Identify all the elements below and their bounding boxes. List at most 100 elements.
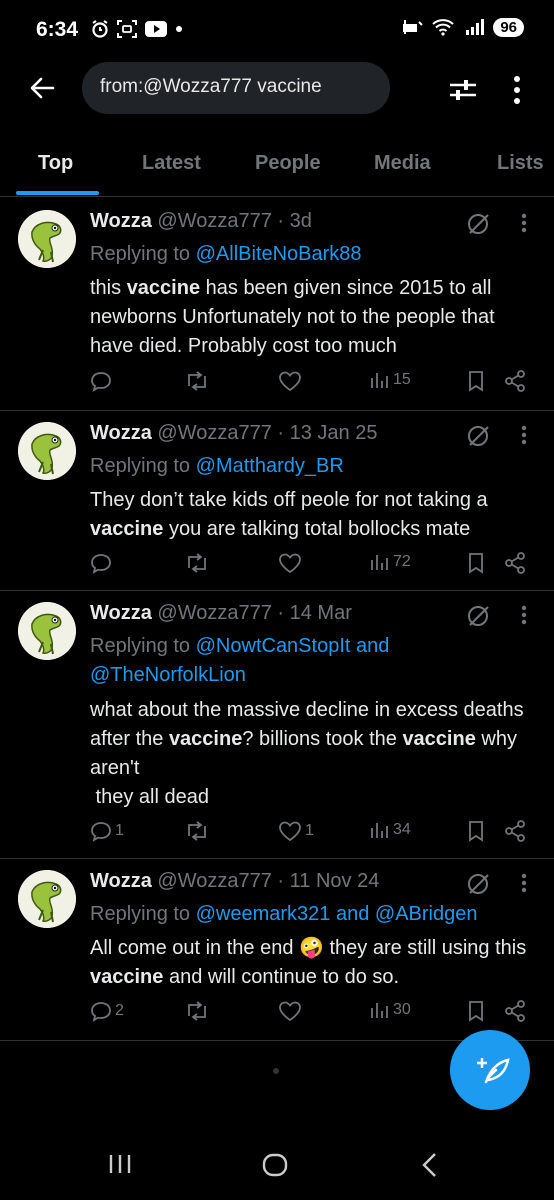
search-input[interactable]: from:@Wozza777 vaccine — [82, 62, 390, 114]
compose-icon — [477, 1058, 510, 1084]
reply-mentions[interactable]: @Matthardy_BR — [196, 455, 344, 477]
arrow-left-icon[interactable] — [28, 74, 56, 102]
sliders-icon[interactable] — [448, 75, 478, 105]
tweet-text: All come out in the end 🤪 they are still… — [90, 937, 527, 988]
views-button[interactable]: 34 — [370, 820, 411, 840]
grok-icon[interactable] — [466, 423, 492, 454]
comment-icon — [91, 1002, 111, 1022]
tweet-more-icon — [521, 873, 527, 893]
avatar[interactable] — [18, 602, 76, 660]
share-button[interactable] — [504, 552, 526, 574]
status-bar: 6:34 96 — [0, 0, 554, 62]
grok-icon[interactable] — [466, 211, 492, 242]
reply-button[interactable] — [90, 370, 115, 392]
tweet-header: Wozza @Wozza777 · 3d — [90, 210, 312, 233]
like-button[interactable] — [278, 1000, 305, 1022]
repost-button[interactable] — [184, 370, 210, 392]
views-button[interactable]: 30 — [370, 1000, 411, 1020]
grok-icon[interactable] — [466, 871, 492, 902]
tweet-more-icon[interactable] — [520, 212, 528, 239]
replying-to: Replying to @NowtCanStopIt and @TheNorfo… — [90, 632, 450, 690]
youtube-icon — [145, 21, 167, 37]
tweet-text: what about the massive decline in excess… — [90, 699, 524, 808]
tweet-actions: 15 — [0, 370, 554, 398]
share-button[interactable] — [504, 370, 526, 392]
tweet-more-icon[interactable] — [520, 424, 528, 451]
like-button[interactable] — [278, 552, 305, 574]
wifi-icon — [432, 19, 454, 36]
bookmark-button[interactable] — [466, 1000, 486, 1022]
avatar[interactable] — [18, 210, 76, 268]
bookmark-button[interactable] — [466, 820, 486, 842]
reply-mentions[interactable]: @weemark321 and @ABridgen — [196, 903, 478, 925]
repost-icon — [188, 821, 206, 841]
replying-to: Replying to @weemark321 and @ABridgen — [90, 900, 530, 929]
grok-icon[interactable] — [466, 603, 492, 634]
repost-button[interactable] — [184, 1000, 210, 1022]
tab-people[interactable]: People — [255, 152, 321, 175]
recents-icon[interactable] — [108, 1152, 132, 1176]
avatar[interactable] — [18, 870, 76, 928]
tab-latest[interactable]: Latest — [142, 152, 201, 175]
home-icon[interactable] — [262, 1152, 288, 1178]
chart-icon — [371, 823, 388, 838]
tweet-actions: 2 30 — [0, 1000, 554, 1028]
repost-button[interactable] — [184, 820, 210, 842]
author-name[interactable]: Wozza — [90, 210, 152, 232]
share-icon — [505, 552, 525, 574]
compose-button[interactable] — [450, 1030, 530, 1110]
tab-top[interactable]: Top — [38, 152, 73, 175]
reply-button[interactable]: 2 — [90, 1000, 124, 1022]
bookmark-button[interactable] — [466, 552, 486, 574]
bookmark-button[interactable] — [466, 370, 486, 392]
comment-icon — [91, 372, 111, 392]
tweet-text: this vaccine has been given since 2015 t… — [90, 277, 495, 357]
search-tabs: Top Latest People Media Lists — [0, 138, 554, 197]
reply-button[interactable]: 1 — [90, 820, 124, 842]
tweet-more-icon[interactable] — [520, 872, 528, 899]
bookmark-icon — [469, 1001, 483, 1022]
avatar[interactable] — [18, 422, 76, 480]
tweet-more-icon — [521, 425, 527, 445]
reply-mentions[interactable]: @AllBiteNoBark88 — [196, 243, 362, 265]
back-nav-icon[interactable] — [420, 1152, 440, 1178]
share-button[interactable] — [504, 1000, 526, 1022]
author-name[interactable]: Wozza — [90, 870, 152, 892]
tweet-card[interactable]: Wozza @Wozza777 · 14 Mar Replying to @No… — [0, 590, 554, 859]
tab-media[interactable]: Media — [374, 152, 431, 175]
bookmark-icon — [469, 821, 483, 842]
tweet-header: Wozza @Wozza777 · 14 Mar — [90, 602, 352, 625]
tweet-more-icon[interactable] — [520, 604, 528, 631]
alarm-icon — [92, 20, 108, 38]
reply-prefix: Replying to — [90, 455, 196, 477]
views-button[interactable]: 15 — [370, 370, 411, 390]
reply-prefix: Replying to — [90, 635, 196, 657]
reply-prefix: Replying to — [90, 903, 196, 925]
status-time: 6:34 — [36, 18, 79, 41]
author-handle: @Wozza777 · 14 Mar — [157, 602, 352, 624]
author-name[interactable]: Wozza — [90, 602, 152, 624]
author-name[interactable]: Wozza — [90, 422, 152, 444]
replying-to: Replying to @AllBiteNoBark88 — [90, 240, 530, 269]
comment-icon — [91, 822, 111, 842]
tweet-card[interactable]: Wozza @Wozza777 · 3d Replying to @AllBit… — [0, 198, 554, 411]
heart-icon — [279, 371, 301, 392]
tweet-header: Wozza @Wozza777 · 13 Jan 25 — [90, 422, 377, 445]
reply-button[interactable] — [90, 552, 115, 574]
status-notification-icons — [90, 19, 184, 39]
grok-icon — [468, 874, 489, 894]
tweet-card[interactable]: Wozza @Wozza777 · 11 Nov 24 Replying to … — [0, 858, 554, 1041]
share-icon — [505, 820, 525, 842]
share-button[interactable] — [504, 820, 526, 842]
views-count: 15 — [393, 371, 411, 388]
views-button[interactable]: 72 — [370, 552, 411, 572]
tab-lists[interactable]: Lists — [497, 152, 544, 175]
like-button[interactable]: 1 — [278, 820, 314, 842]
repost-button[interactable] — [184, 552, 210, 574]
tweet-card[interactable]: Wozza @Wozza777 · 13 Jan 25 Replying to … — [0, 410, 554, 591]
kebab-icon[interactable] — [512, 74, 522, 106]
like-button[interactable] — [278, 370, 305, 392]
bookmark-icon — [469, 371, 483, 392]
share-icon — [505, 1000, 525, 1022]
active-tab-indicator — [16, 191, 99, 195]
